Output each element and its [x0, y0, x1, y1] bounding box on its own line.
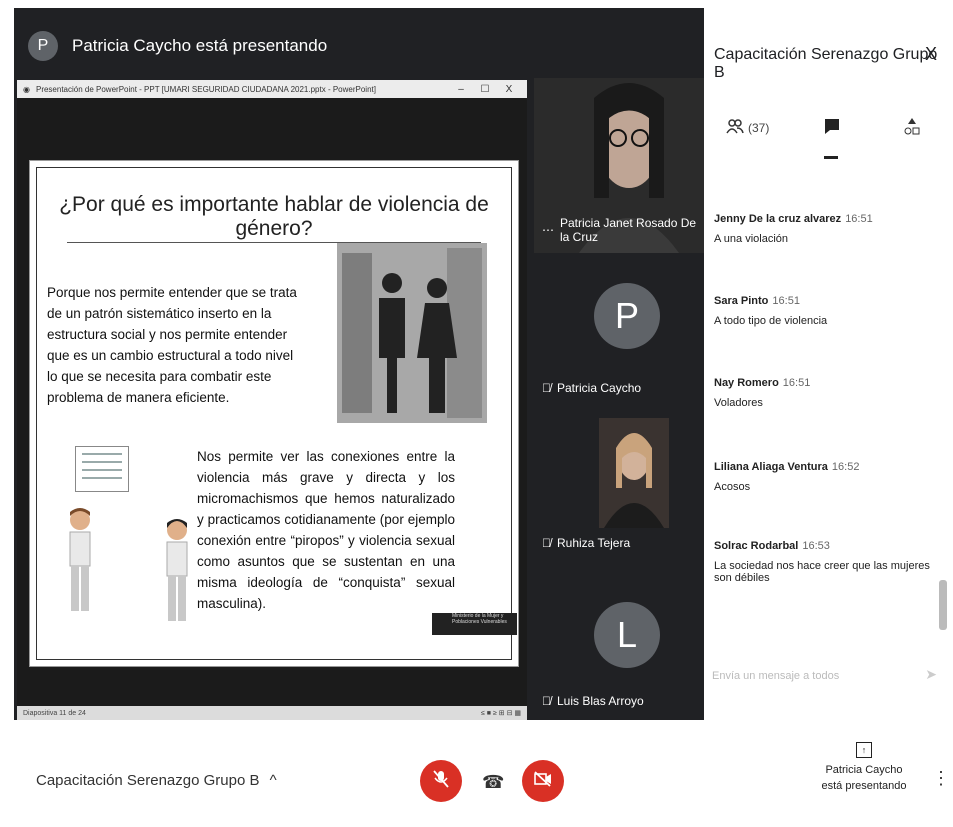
- chat-scrollbar[interactable]: [939, 580, 947, 630]
- panel-tabs: (37): [704, 108, 949, 168]
- slide-title: ¿Por qué es importante hablar de violenc…: [59, 193, 489, 240]
- mic-off-icon: 🎙̸: [542, 694, 551, 708]
- message-sender: Liliana Aliaga Ventura: [714, 461, 828, 473]
- message-sender: Jenny De la cruz alvarez: [714, 213, 842, 225]
- people-icon: [726, 118, 744, 137]
- speech-bubble: [75, 446, 129, 492]
- participant-name-row: ⋯ Patricia Janet Rosado De la Cruz: [542, 216, 706, 244]
- message-sender: Solrac Rodarbal: [714, 540, 799, 552]
- chat-message: Nay Romero 16:51 Voladores: [714, 377, 939, 409]
- mic-toggle-button[interactable]: [420, 760, 462, 802]
- mic-off-icon: [433, 769, 449, 793]
- maximize-button[interactable]: ☐: [473, 84, 497, 95]
- participant-name-row: 🎙̸ Patricia Caycho: [542, 381, 641, 395]
- chat-message: Jenny De la cruz alvarez 16:51 A una viol…: [714, 213, 939, 245]
- bottom-toolbar: Capacitación Serenazgo Grupo B ^ ☎ ↑ Pat…: [14, 720, 949, 823]
- mic-off-icon: 🎙̸: [542, 381, 551, 395]
- participant-tile[interactable]: P 🎙̸ Patricia Caycho: [534, 253, 706, 408]
- camera-off-icon: [534, 770, 552, 792]
- more-icon[interactable]: ⋯: [542, 223, 554, 237]
- ppt-titlebar: ◉ Presentación de PowerPoint - PPT [UMAR…: [17, 80, 527, 98]
- slide-counter: Diapositiva 11 de 24: [23, 709, 86, 717]
- powerpoint-window: ◉ Presentación de PowerPoint - PPT [UMAR…: [17, 80, 527, 720]
- chat-icon: [824, 118, 840, 137]
- presenting-name: Patricia Caycho: [825, 764, 903, 776]
- ministry-logo: Ministerio de la Mujer y Poblaciones Vul…: [432, 613, 517, 635]
- message-time: 16:52: [831, 461, 860, 473]
- leave-call-button[interactable]: ☎: [482, 772, 504, 793]
- present-screen-icon: ↑: [856, 742, 872, 758]
- minimize-button[interactable]: –: [449, 84, 473, 95]
- ministry-logo-text: Ministerio de la Mujer y Poblaciones Vul…: [452, 613, 507, 625]
- participant-tile[interactable]: L 🎙̸ Luis Blas Arroyo: [534, 568, 706, 720]
- chat-message: Liliana Aliaga Ventura 16:52 Acosos: [714, 461, 939, 493]
- street-photo: [337, 243, 487, 423]
- close-window-button[interactable]: X: [497, 84, 521, 95]
- slide-paragraph-1: Porque nos permite entender que se trata…: [47, 285, 297, 405]
- presenting-status: está presentando: [821, 780, 907, 792]
- presenter-bar: P Patricia Caycho está presentando: [28, 30, 327, 62]
- chat-message: Solrac Rodarbal 16:53 La sociedad nos hac…: [714, 540, 939, 584]
- presenter-avatar: P: [28, 31, 58, 61]
- send-icon[interactable]: ➤: [925, 666, 937, 683]
- people-count: (37): [748, 120, 770, 135]
- meeting-details-button[interactable]: Capacitación Serenazgo Grupo B ^: [36, 772, 277, 789]
- participant-avatar: L: [594, 602, 660, 668]
- participant-name: Patricia Janet Rosado De la Cruz: [560, 216, 697, 244]
- more-options-icon[interactable]: ⋮: [932, 768, 949, 789]
- slide-border: ¿Por qué es importante hablar de violenc…: [36, 167, 517, 660]
- slide-paragraph-2: Nos permite ver las conexiones entre la …: [197, 449, 455, 611]
- tab-activities[interactable]: [904, 118, 920, 139]
- chat-panel-title: Capacitación Serenazgo Grupo B: [714, 46, 938, 81]
- participant-name: Patricia Caycho: [557, 381, 642, 395]
- ppt-statusbar: Diapositiva 11 de 24 ≤ ■ ≥ ⊞ ⊟ ▦: [17, 706, 527, 720]
- close-panel-button[interactable]: X: [925, 44, 937, 65]
- boy-figure-1: [65, 508, 95, 618]
- tab-chat[interactable]: [824, 118, 840, 137]
- participant-name-row: 🎙̸ Ruhiza Tejera: [542, 536, 630, 550]
- message-time: 16:53: [802, 540, 830, 552]
- message-text: La sociedad nos hace creer que las mujer…: [714, 560, 930, 584]
- participant-tiles: ⋯ Patricia Janet Rosado De la Cruz P 🎙̸ …: [534, 78, 706, 720]
- meeting-name: Capacitación Serenazgo Grupo B: [36, 772, 260, 789]
- presenting-status-button[interactable]: ↑ Patricia Caycho está presentando: [819, 742, 909, 794]
- participant-tile[interactable]: 🎙̸ Ruhiza Tejera: [534, 408, 706, 568]
- camera-toggle-button[interactable]: [522, 760, 564, 802]
- message-sender: Sara Pinto: [714, 295, 769, 307]
- message-text: Acosos: [714, 481, 751, 493]
- message-text: Voladores: [714, 397, 763, 409]
- ppt-app-icon: ◉: [23, 84, 30, 94]
- chat-message-input[interactable]: Envía un mensaje a todos: [712, 670, 942, 682]
- ppt-window-title: Presentación de PowerPoint - PPT [UMARI …: [35, 84, 376, 94]
- chat-message: Sara Pinto 16:51 A todo tipo de violencia: [714, 295, 939, 327]
- mic-off-icon: 🎙̸: [542, 536, 551, 550]
- participant-name: Luis Blas Arroyo: [557, 694, 644, 708]
- participant-tile[interactable]: ⋯ Patricia Janet Rosado De la Cruz: [534, 78, 706, 253]
- tab-people[interactable]: (37): [726, 118, 769, 137]
- phone-hangup-icon: ☎: [482, 772, 505, 792]
- message-text: A una violación: [714, 233, 788, 245]
- participant-name-row: 🎙̸ Luis Blas Arroyo: [542, 694, 644, 708]
- participant-avatar: P: [594, 283, 660, 349]
- active-tab-indicator: [824, 156, 838, 159]
- message-time: 16:51: [772, 295, 800, 307]
- participant-name: Ruhiza Tejera: [557, 536, 631, 550]
- meet-window: P Patricia Caycho está presentando ◉ Pre…: [14, 8, 949, 823]
- presenting-label: Patricia Caycho está presentando: [72, 36, 328, 55]
- slide: ¿Por qué es importante hablar de violenc…: [29, 160, 519, 667]
- chat-panel: Capacitación Serenazgo Grupo B X (37) Je…: [704, 8, 949, 720]
- message-text: A todo tipo de violencia: [714, 315, 828, 327]
- boy-figure-2: [162, 518, 192, 628]
- main-stage: P Patricia Caycho está presentando ◉ Pre…: [14, 8, 706, 720]
- view-controls[interactable]: ≤ ■ ≥ ⊞ ⊟ ▦: [481, 709, 521, 717]
- message-time: 16:51: [845, 213, 873, 225]
- message-time: 16:51: [782, 377, 811, 389]
- shapes-icon: [904, 118, 920, 139]
- message-sender: Nay Romero: [714, 377, 779, 389]
- chevron-up-icon: ^: [269, 772, 277, 789]
